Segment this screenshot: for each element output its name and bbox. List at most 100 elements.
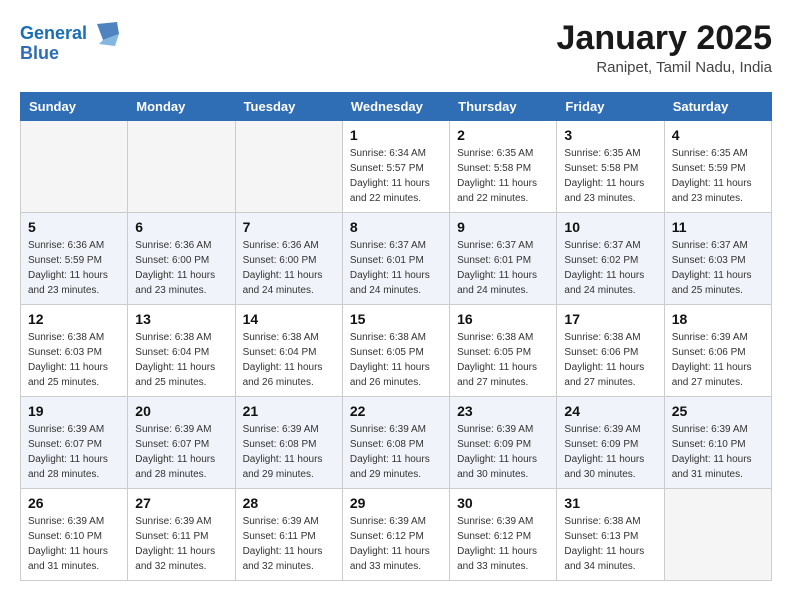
col-thursday: Thursday — [450, 93, 557, 121]
title-block: January 2025 Ranipet, Tamil Nadu, India — [557, 20, 773, 76]
calendar-cell-w4-d2: 28Sunrise: 6:39 AMSunset: 6:11 PMDayligh… — [235, 489, 342, 581]
calendar-cell-w2-d5: 17 Sunrise: 6:38 AMSunset: 6:06 PMDayligh… — [557, 305, 664, 397]
calendar-cell-w3-d2: 21 Sunrise: 6:39 AMSunset: 6:08 PMDayligh… — [235, 397, 342, 489]
calendar-cell-w1-d2: 7 Sunrise: 6:36 AMSunset: 6:00 PMDaylight… — [235, 213, 342, 305]
day-number-3: 3 — [564, 127, 656, 143]
day-info-28: Sunrise: 6:39 AMSunset: 6:11 PMDaylight:… — [243, 514, 335, 574]
day-number-30: 30 — [457, 495, 549, 511]
calendar-cell-w0-d6: 4 Sunrise: 6:35 AMSunset: 5:59 PMDaylight… — [664, 121, 771, 213]
day-number-26: 26 — [28, 495, 120, 511]
day-number-1: 1 — [350, 127, 442, 143]
header: General Blue January 2025 Ranipet, Tamil… — [20, 20, 772, 76]
day-info-7: Sunrise: 6:36 AMSunset: 6:00 PMDaylight:… — [243, 238, 335, 298]
day-number-20: 20 — [135, 403, 227, 419]
day-info-5: Sunrise: 6:36 AMSunset: 5:59 PMDaylight:… — [28, 238, 120, 298]
col-sunday: Sunday — [21, 93, 128, 121]
calendar-cell-w3-d6: 25 Sunrise: 6:39 AMSunset: 6:10 PMDayligh… — [664, 397, 771, 489]
day-info-15: Sunrise: 6:38 AMSunset: 6:05 PMDaylight:… — [350, 330, 442, 390]
day-number-29: 29 — [350, 495, 442, 511]
calendar-cell-w0-d0 — [21, 121, 128, 213]
calendar-cell-w3-d3: 22Sunrise: 6:39 AMSunset: 6:08 PMDayligh… — [342, 397, 449, 489]
calendar-cell-w1-d1: 6 Sunrise: 6:36 AMSunset: 6:00 PMDaylight… — [128, 213, 235, 305]
page: General Blue January 2025 Ranipet, Tamil… — [0, 0, 792, 591]
day-info-8: Sunrise: 6:37 AMSunset: 6:01 PMDaylight:… — [350, 238, 442, 298]
day-number-11: 11 — [672, 219, 764, 235]
calendar-cell-w0-d3: 1Sunrise: 6:34 AMSunset: 5:57 PMDaylight… — [342, 121, 449, 213]
calendar-cell-w0-d1 — [128, 121, 235, 213]
day-number-4: 4 — [672, 127, 764, 143]
day-info-2: Sunrise: 6:35 AMSunset: 5:58 PMDaylight:… — [457, 146, 549, 206]
calendar-cell-w3-d4: 23 Sunrise: 6:39 AMSunset: 6:09 PMDayligh… — [450, 397, 557, 489]
day-number-18: 18 — [672, 311, 764, 327]
day-number-15: 15 — [350, 311, 442, 327]
day-info-17: Sunrise: 6:38 AMSunset: 6:06 PMDaylight:… — [564, 330, 656, 390]
logo: General Blue — [20, 20, 121, 64]
day-info-3: Sunrise: 6:35 AMSunset: 5:58 PMDaylight:… — [564, 146, 656, 206]
calendar-cell-w2-d6: 18 Sunrise: 6:39 AMSunset: 6:06 PMDayligh… — [664, 305, 771, 397]
day-info-27: Sunrise: 6:39 AMSunset: 6:11 PMDaylight:… — [135, 514, 227, 574]
calendar-cell-w4-d3: 29 Sunrise: 6:39 AMSunset: 6:12 PMDayligh… — [342, 489, 449, 581]
day-info-16: Sunrise: 6:38 AMSunset: 6:05 PMDaylight:… — [457, 330, 549, 390]
day-info-21: Sunrise: 6:39 AMSunset: 6:08 PMDaylight:… — [243, 422, 335, 482]
day-number-14: 14 — [243, 311, 335, 327]
calendar-cell-w2-d4: 16Sunrise: 6:38 AMSunset: 6:05 PMDayligh… — [450, 305, 557, 397]
week-row-3: 19Sunrise: 6:39 AMSunset: 6:07 PMDayligh… — [21, 397, 772, 489]
day-info-23: Sunrise: 6:39 AMSunset: 6:09 PMDaylight:… — [457, 422, 549, 482]
calendar-cell-w4-d5: 31Sunrise: 6:38 AMSunset: 6:13 PMDayligh… — [557, 489, 664, 581]
calendar-cell-w1-d6: 11Sunrise: 6:37 AMSunset: 6:03 PMDayligh… — [664, 213, 771, 305]
day-info-20: Sunrise: 6:39 AMSunset: 6:07 PMDaylight:… — [135, 422, 227, 482]
calendar-cell-w2-d2: 14 Sunrise: 6:38 AMSunset: 6:04 PMDayligh… — [235, 305, 342, 397]
calendar-cell-w2-d1: 13Sunrise: 6:38 AMSunset: 6:04 PMDayligh… — [128, 305, 235, 397]
week-row-2: 12 Sunrise: 6:38 AMSunset: 6:03 PMDayligh… — [21, 305, 772, 397]
calendar-table: Sunday Monday Tuesday Wednesday Thursday… — [20, 92, 772, 581]
logo-text: General — [20, 24, 87, 44]
col-monday: Monday — [128, 93, 235, 121]
col-wednesday: Wednesday — [342, 93, 449, 121]
week-row-1: 5 Sunrise: 6:36 AMSunset: 5:59 PMDaylight… — [21, 213, 772, 305]
calendar-cell-w4-d1: 27 Sunrise: 6:39 AMSunset: 6:11 PMDayligh… — [128, 489, 235, 581]
month-title: January 2025 — [557, 20, 773, 57]
calendar-cell-w3-d1: 20 Sunrise: 6:39 AMSunset: 6:07 PMDayligh… — [128, 397, 235, 489]
day-number-8: 8 — [350, 219, 442, 235]
day-number-23: 23 — [457, 403, 549, 419]
day-number-25: 25 — [672, 403, 764, 419]
week-row-4: 26 Sunrise: 6:39 AMSunset: 6:10 PMDayligh… — [21, 489, 772, 581]
day-info-6: Sunrise: 6:36 AMSunset: 6:00 PMDaylight:… — [135, 238, 227, 298]
calendar-cell-w3-d0: 19Sunrise: 6:39 AMSunset: 6:07 PMDayligh… — [21, 397, 128, 489]
day-info-18: Sunrise: 6:39 AMSunset: 6:06 PMDaylight:… — [672, 330, 764, 390]
day-number-5: 5 — [28, 219, 120, 235]
calendar-cell-w3-d5: 24 Sunrise: 6:39 AMSunset: 6:09 PMDayligh… — [557, 397, 664, 489]
day-number-24: 24 — [564, 403, 656, 419]
day-info-29: Sunrise: 6:39 AMSunset: 6:12 PMDaylight:… — [350, 514, 442, 574]
logo-icon — [89, 20, 121, 48]
day-info-22: Sunrise: 6:39 AMSunset: 6:08 PMDaylight:… — [350, 422, 442, 482]
calendar-cell-w0-d2 — [235, 121, 342, 213]
day-info-31: Sunrise: 6:38 AMSunset: 6:13 PMDaylight:… — [564, 514, 656, 574]
day-number-12: 12 — [28, 311, 120, 327]
day-info-26: Sunrise: 6:39 AMSunset: 6:10 PMDaylight:… — [28, 514, 120, 574]
day-number-7: 7 — [243, 219, 335, 235]
col-tuesday: Tuesday — [235, 93, 342, 121]
day-info-9: Sunrise: 6:37 AMSunset: 6:01 PMDaylight:… — [457, 238, 549, 298]
day-number-27: 27 — [135, 495, 227, 511]
day-number-6: 6 — [135, 219, 227, 235]
calendar-cell-w1-d0: 5 Sunrise: 6:36 AMSunset: 5:59 PMDaylight… — [21, 213, 128, 305]
day-info-4: Sunrise: 6:35 AMSunset: 5:59 PMDaylight:… — [672, 146, 764, 206]
calendar-cell-w4-d6 — [664, 489, 771, 581]
calendar-cell-w2-d0: 12 Sunrise: 6:38 AMSunset: 6:03 PMDayligh… — [21, 305, 128, 397]
day-number-2: 2 — [457, 127, 549, 143]
day-info-25: Sunrise: 6:39 AMSunset: 6:10 PMDaylight:… — [672, 422, 764, 482]
calendar-cell-w4-d4: 30Sunrise: 6:39 AMSunset: 6:12 PMDayligh… — [450, 489, 557, 581]
day-number-10: 10 — [564, 219, 656, 235]
calendar-cell-w4-d0: 26 Sunrise: 6:39 AMSunset: 6:10 PMDayligh… — [21, 489, 128, 581]
day-number-17: 17 — [564, 311, 656, 327]
day-info-12: Sunrise: 6:38 AMSunset: 6:03 PMDaylight:… — [28, 330, 120, 390]
calendar-cell-w0-d5: 3 Sunrise: 6:35 AMSunset: 5:58 PMDaylight… — [557, 121, 664, 213]
calendar-cell-w0-d4: 2 Sunrise: 6:35 AMSunset: 5:58 PMDaylight… — [450, 121, 557, 213]
day-info-24: Sunrise: 6:39 AMSunset: 6:09 PMDaylight:… — [564, 422, 656, 482]
calendar-header-row: Sunday Monday Tuesday Wednesday Thursday… — [21, 93, 772, 121]
day-info-14: Sunrise: 6:38 AMSunset: 6:04 PMDaylight:… — [243, 330, 335, 390]
day-info-19: Sunrise: 6:39 AMSunset: 6:07 PMDaylight:… — [28, 422, 120, 482]
calendar-cell-w2-d3: 15 Sunrise: 6:38 AMSunset: 6:05 PMDayligh… — [342, 305, 449, 397]
day-number-21: 21 — [243, 403, 335, 419]
